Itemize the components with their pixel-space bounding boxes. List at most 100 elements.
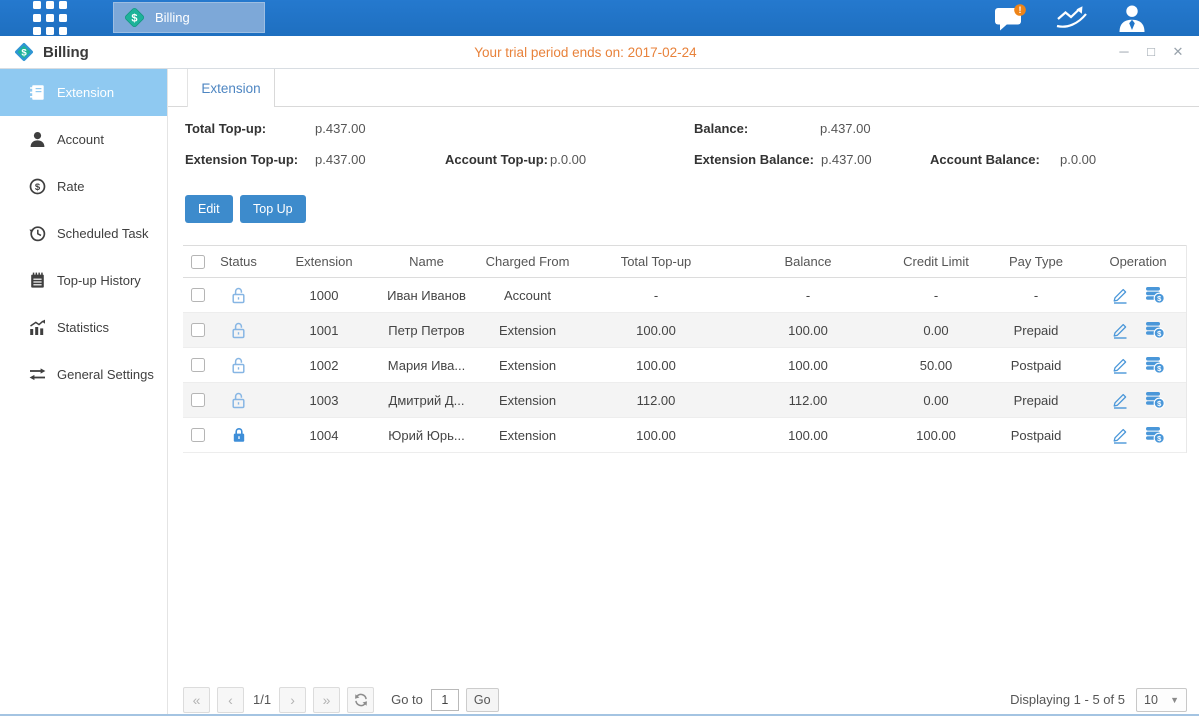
edit-button[interactable]: Edit (185, 195, 233, 223)
apps-grid-icon[interactable] (33, 1, 67, 35)
app-tab-billing[interactable]: $ Billing (113, 2, 265, 33)
prev-page-button[interactable]: ‹ (217, 687, 244, 713)
topup-coins-icon[interactable]: $ (1145, 286, 1165, 304)
sidebar-item-label: Statistics (57, 320, 109, 335)
topup-button[interactable]: Top Up (240, 195, 306, 223)
page-size-select[interactable]: 10 ▼ (1136, 688, 1187, 712)
cell-credit-limit: 0.00 (889, 313, 983, 347)
operation-cell: $ (1089, 278, 1187, 312)
sidebar-item-top-up-history[interactable]: Top-up History (0, 257, 167, 304)
account-balance-label: Account Balance: (930, 152, 1040, 167)
row-select-cell (183, 278, 212, 312)
column-header-total-topup: Total Top-up (585, 246, 727, 277)
window-titlebar: $ Billing Your trial period ends on: 201… (0, 36, 1199, 69)
row-select-cell (183, 383, 212, 417)
edit-pencil-icon[interactable] (1111, 322, 1129, 339)
cell-total-topup: 100.00 (585, 348, 727, 382)
lock-open-icon (230, 286, 247, 305)
cell-charged-from: Extension (470, 418, 585, 452)
column-header-pay-type: Pay Type (983, 246, 1089, 277)
cell-pay-type: Postpaid (983, 418, 1089, 452)
account-topup-value: р.0.00 (550, 152, 586, 167)
minimize-icon[interactable]: ─ (1117, 44, 1131, 60)
maximize-icon[interactable]: □ (1144, 44, 1158, 60)
next-page-button[interactable]: › (279, 687, 306, 713)
topup-coins-icon[interactable]: $ (1145, 391, 1165, 409)
edit-pencil-icon[interactable] (1111, 392, 1129, 409)
statistics-icon (29, 319, 46, 336)
refresh-button[interactable] (347, 687, 374, 713)
sidebar-item-statistics[interactable]: Statistics (0, 304, 167, 351)
row-checkbox[interactable] (191, 428, 205, 442)
topup-coins-icon[interactable]: $ (1145, 426, 1165, 444)
edit-pencil-icon[interactable] (1111, 427, 1129, 444)
sidebar: ExtensionAccount $ Rate Scheduled Task Top-u… (0, 69, 168, 714)
extension-topup-value: р.437.00 (315, 152, 366, 167)
svg-text:$: $ (35, 182, 41, 193)
displaying-text: Displaying 1 - 5 of 5 (1010, 692, 1125, 707)
cell-pay-type: Prepaid (983, 313, 1089, 347)
window-bottom-border (0, 714, 1199, 716)
first-page-button[interactable]: « (183, 687, 210, 713)
sidebar-item-label: Top-up History (57, 273, 141, 288)
user-account-icon[interactable] (1117, 4, 1147, 32)
sidebar-item-account[interactable]: Account (0, 116, 167, 163)
cell-balance: 112.00 (727, 383, 889, 417)
row-select-cell (183, 418, 212, 452)
cell-charged-from: Extension (470, 348, 585, 382)
topup-coins-icon[interactable]: $ (1145, 356, 1165, 374)
tab-extension[interactable]: Extension (187, 69, 275, 107)
monitor-chart-icon[interactable] (1055, 5, 1089, 31)
column-header-operation: Operation (1089, 246, 1187, 277)
cell-extension: 1001 (265, 313, 383, 347)
cell-extension: 1000 (265, 278, 383, 312)
edit-pencil-icon[interactable] (1111, 287, 1129, 304)
messages-icon[interactable]: ! (994, 4, 1027, 32)
app-tab-label: Billing (155, 10, 190, 25)
column-header-balance: Balance (727, 246, 889, 277)
svg-text:$: $ (131, 12, 137, 24)
go-button[interactable]: Go (466, 688, 499, 712)
general-settings-icon (29, 366, 46, 383)
table-header: StatusExtensionNameCharged FromTotal Top… (183, 245, 1186, 278)
sidebar-item-scheduled-task[interactable]: Scheduled Task (0, 210, 167, 257)
column-header-extension: Extension (265, 246, 383, 277)
status-cell (212, 348, 265, 382)
topup-history-icon (29, 272, 46, 289)
sidebar-item-label: General Settings (57, 367, 154, 382)
sidebar-item-extension[interactable]: Extension (0, 69, 167, 116)
row-checkbox[interactable] (191, 288, 205, 302)
cell-extension: 1004 (265, 418, 383, 452)
cell-name: Юрий Юрь... (383, 418, 470, 452)
cell-balance: 100.00 (727, 418, 889, 452)
row-checkbox[interactable] (191, 393, 205, 407)
cell-balance: - (727, 278, 889, 312)
sidebar-item-general-settings[interactable]: General Settings (0, 351, 167, 398)
column-header-name: Name (383, 246, 470, 277)
pagination-bar: « ‹ 1/1 › » Go to Go Displaying 1 - 5 of… (183, 686, 1187, 713)
cell-charged-from: Extension (470, 383, 585, 417)
header-select-cell (183, 246, 212, 277)
svg-text:!: ! (1019, 5, 1022, 15)
sidebar-item-label: Rate (57, 179, 84, 194)
extensions-table: StatusExtensionNameCharged FromTotal Top… (183, 245, 1187, 453)
cell-pay-type: - (983, 278, 1089, 312)
operation-cell: $ (1089, 313, 1187, 347)
account-icon (29, 131, 46, 148)
goto-page-input[interactable] (431, 689, 459, 711)
close-icon[interactable]: ✕ (1171, 44, 1185, 60)
select-all-checkbox[interactable] (191, 255, 205, 269)
last-page-button[interactable]: » (313, 687, 340, 713)
billing-diamond-icon: $ (123, 6, 146, 29)
lock-open-icon (230, 356, 247, 375)
cell-extension: 1003 (265, 383, 383, 417)
row-checkbox[interactable] (191, 323, 205, 337)
row-checkbox[interactable] (191, 358, 205, 372)
column-header-charged-from: Charged From (470, 246, 585, 277)
topup-coins-icon[interactable]: $ (1145, 321, 1165, 339)
row-select-cell (183, 348, 212, 382)
sidebar-item-rate[interactable]: $ Rate (0, 163, 167, 210)
edit-pencil-icon[interactable] (1111, 357, 1129, 374)
goto-label: Go to (391, 692, 423, 707)
total-topup-value: р.437.00 (315, 121, 366, 136)
